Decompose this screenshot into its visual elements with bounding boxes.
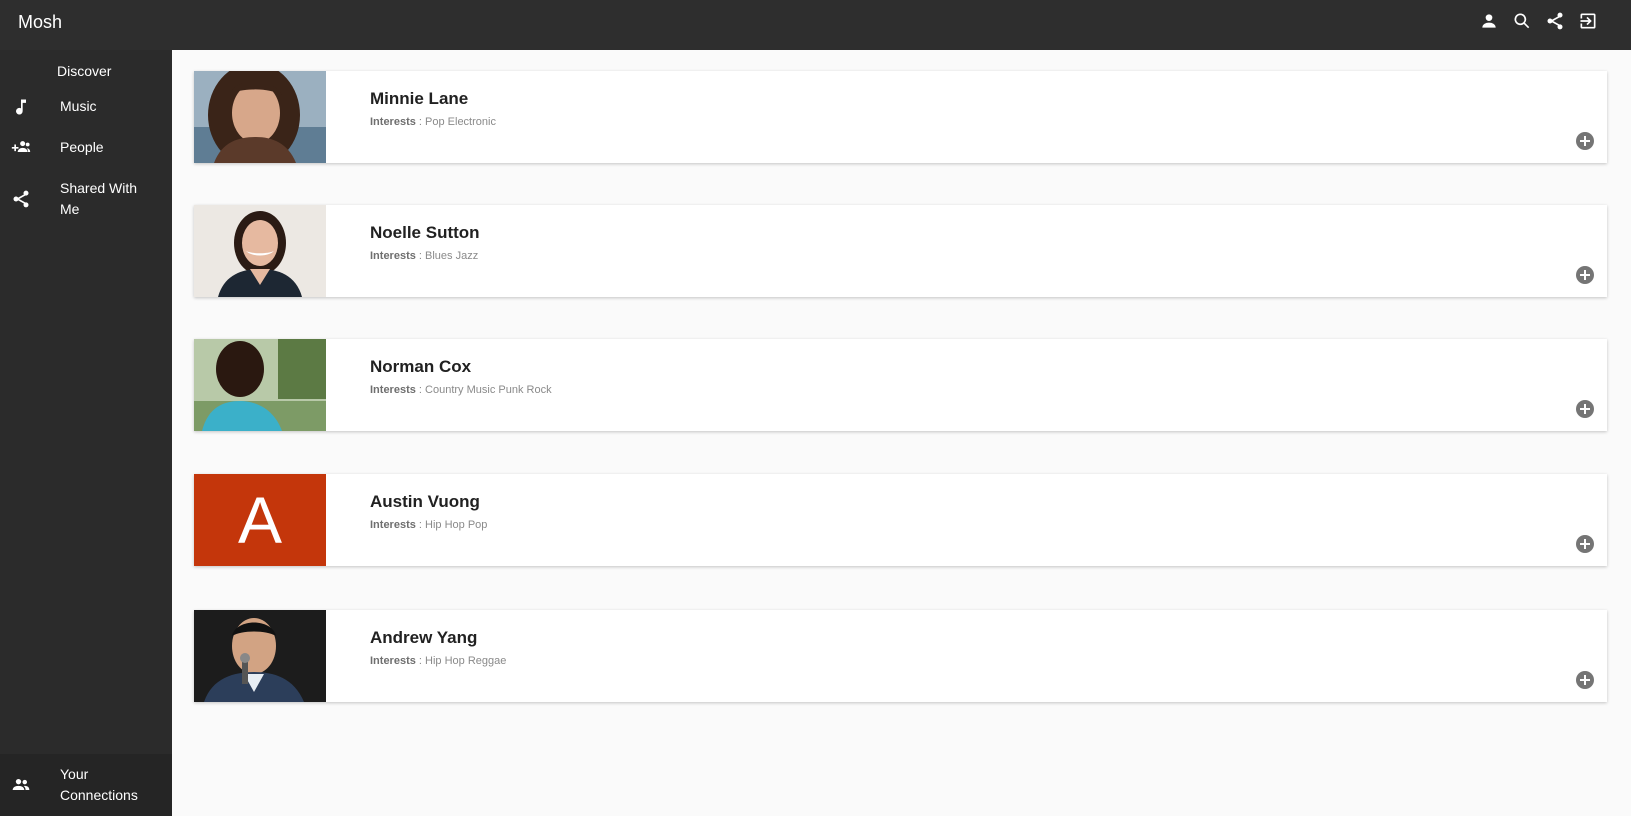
person-interests: Interests : Blues Jazz <box>370 250 479 262</box>
sidebar-item-shared-with-me[interactable]: Shared With Me <box>0 178 172 222</box>
sidebar-item-label: Music <box>60 98 97 114</box>
person-name: Minnie Lane <box>370 89 469 108</box>
person-name: Noelle Sutton <box>370 223 480 242</box>
interests-value: Pop Electronic <box>425 116 496 128</box>
person-icon <box>1479 11 1499 36</box>
person-photo <box>194 339 326 431</box>
people-icon <box>10 774 32 796</box>
logout-icon <box>1578 11 1598 36</box>
add-connection-button[interactable] <box>1575 265 1595 285</box>
letter-avatar: A <box>194 474 326 566</box>
app-header: Mosh <box>0 0 1631 50</box>
person-name: Austin Vuong <box>370 492 480 511</box>
add-connection-button[interactable] <box>1575 131 1595 151</box>
person-card[interactable]: Minnie Lane Interests : Pop Electronic <box>194 71 1607 163</box>
person-card[interactable]: Andrew Yang Interests : Hip Hop Reggae <box>194 610 1607 702</box>
profile-button[interactable] <box>1478 12 1500 34</box>
add-connection-button[interactable] <box>1575 399 1595 419</box>
sidebar-item-your-connections[interactable]: Your Connections <box>0 754 172 816</box>
sidebar-item-label: People <box>60 139 104 155</box>
add-connection-button[interactable] <box>1575 670 1595 690</box>
person-card[interactable]: A Austin Vuong Interests : Hip Hop Pop <box>194 474 1607 566</box>
person-photo <box>194 610 326 702</box>
sidebar-section-title: Discover <box>57 63 112 79</box>
sidebar-item-label: Your Connections <box>60 766 138 803</box>
interests-value: Country Music Punk Rock <box>425 384 552 396</box>
sidebar: Discover Music People Shared With Me You… <box>0 50 172 816</box>
interests-value: Hip Hop Reggae <box>425 655 507 667</box>
add-circle-icon <box>1575 399 1595 419</box>
person-interests: Interests : Country Music Punk Rock <box>370 384 552 396</box>
interests-label: Interests <box>370 384 416 396</box>
add-people-icon <box>10 136 32 158</box>
sidebar-item-music[interactable]: Music <box>0 96 172 126</box>
interests-label: Interests <box>370 116 416 128</box>
logout-button[interactable] <box>1577 12 1599 34</box>
music-note-icon <box>10 96 32 118</box>
person-card[interactable]: Noelle Sutton Interests : Blues Jazz <box>194 205 1607 297</box>
person-name: Norman Cox <box>370 357 472 376</box>
share-button[interactable] <box>1544 12 1566 34</box>
interests-value: Hip Hop Pop <box>425 519 488 531</box>
add-connection-button[interactable] <box>1575 534 1595 554</box>
person-photo <box>194 71 326 163</box>
person-photo <box>194 205 326 297</box>
share-icon <box>1545 11 1565 36</box>
add-circle-icon <box>1575 534 1595 554</box>
interests-label: Interests <box>370 250 416 262</box>
add-circle-icon <box>1575 131 1595 151</box>
person-name: Andrew Yang <box>370 628 478 647</box>
sidebar-item-label: Shared With Me <box>60 180 138 217</box>
add-circle-icon <box>1575 670 1595 690</box>
search-icon <box>1512 11 1532 36</box>
interests-label: Interests <box>370 655 416 667</box>
person-interests: Interests : Hip Hop Reggae <box>370 655 507 667</box>
search-button[interactable] <box>1511 12 1533 34</box>
header-actions <box>1478 12 1599 34</box>
people-list: Minnie Lane Interests : Pop Electronic N… <box>172 50 1631 816</box>
add-circle-icon <box>1575 265 1595 285</box>
sidebar-item-people[interactable]: People <box>0 136 172 166</box>
person-interests: Interests : Hip Hop Pop <box>370 519 488 531</box>
share-icon <box>10 188 32 210</box>
app-title[interactable]: Mosh <box>18 12 62 33</box>
person-card[interactable]: Norman Cox Interests : Country Music Pun… <box>194 339 1607 431</box>
interests-value: Blues Jazz <box>425 250 479 262</box>
person-interests: Interests : Pop Electronic <box>370 116 496 128</box>
interests-label: Interests <box>370 519 416 531</box>
